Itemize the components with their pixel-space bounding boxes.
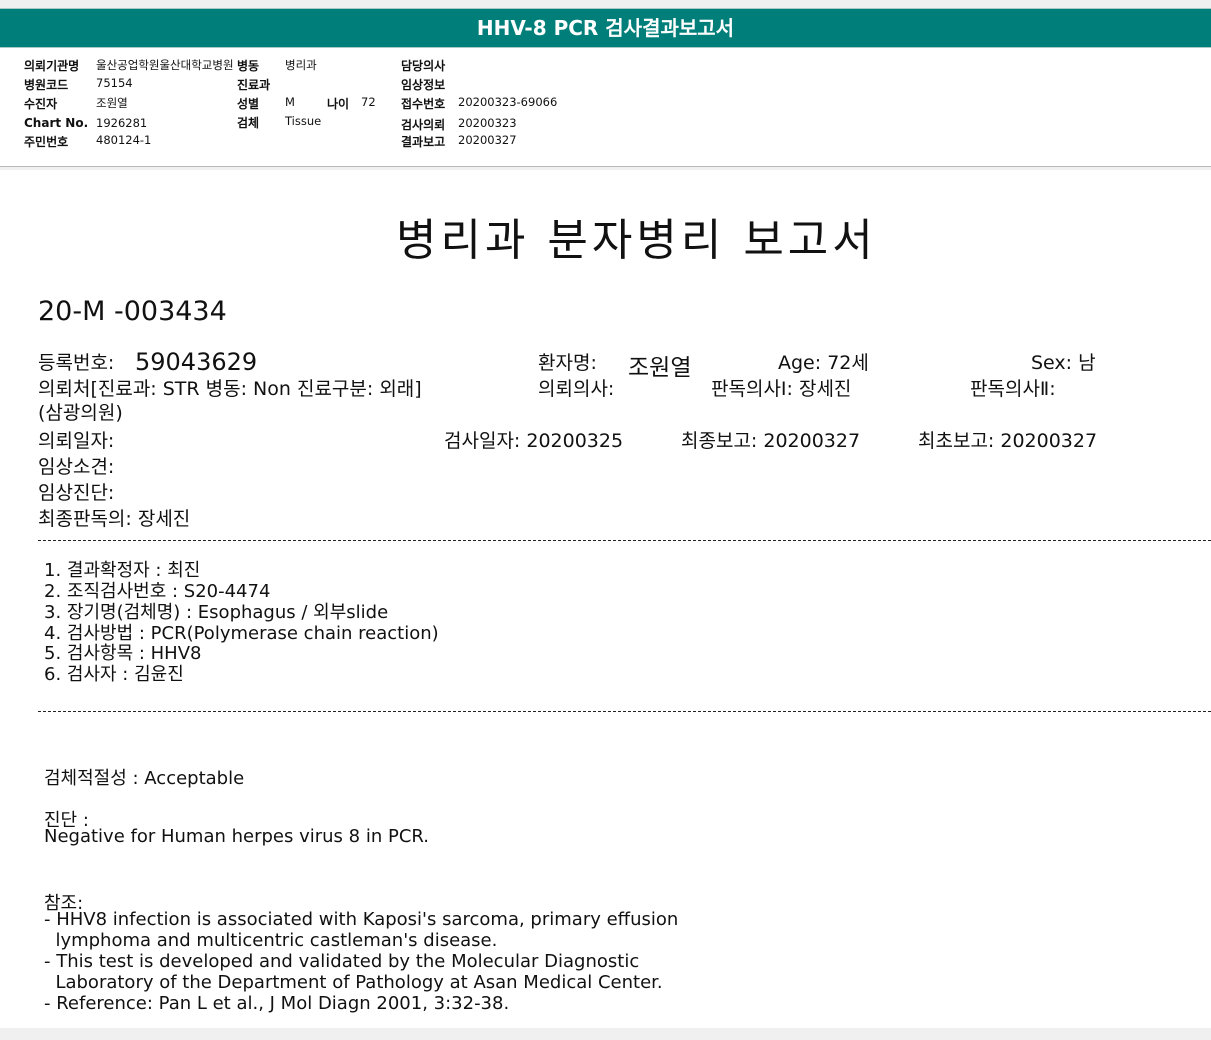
reference-line: - Reference: Pan L et al., J Mol Diagn 2… <box>44 993 510 1014</box>
pathologist-2: 판독의사Ⅱ: <box>970 378 1056 400</box>
clinical-info-label: 임상정보 <box>401 78 446 92</box>
item-line: 6. 검사자 : 김윤진 <box>44 664 184 685</box>
age-label: 나이 <box>327 97 350 111</box>
result-report-label: 결과보고 <box>401 135 446 149</box>
hospital-code-label: 병원코드 <box>24 78 69 92</box>
rrn-label: 주민번호 <box>24 135 69 149</box>
ward-label: 병동 <box>237 59 260 73</box>
reference-line: Laboratory of the Department of Patholog… <box>44 972 663 993</box>
age-text: Age: 72세 <box>778 352 869 374</box>
sex-label: 성별 <box>237 97 260 111</box>
sex-text: Sex: 남 <box>1031 352 1096 374</box>
window-title: HHV-8 PCR 검사결과보고서 <box>476 16 735 40</box>
exam-request-value: 20200323 <box>458 116 517 130</box>
clinical-findings: 임상소견: <box>38 456 115 478</box>
dept-label: 진료과 <box>237 78 271 92</box>
receipt-no-value: 20200323-69066 <box>458 95 558 109</box>
specimen-adequacy: 검체적절성 : Acceptable <box>44 768 245 789</box>
age-value: 72 <box>361 95 376 109</box>
window-title-bar: HHV-8 PCR 검사결과보고서 <box>0 8 1211 48</box>
referral-doctor: 의뢰의사: <box>538 378 615 400</box>
reference-line: - HHV8 infection is associated with Kapo… <box>44 909 679 930</box>
report-document: 병리과 분자병리 보고서 20-M -003434 등록번호: 59043629… <box>0 170 1211 1028</box>
reference-line: - This test is developed and validated b… <box>44 951 640 972</box>
chart-no-label: Chart No. <box>24 116 89 130</box>
institution-label: 의뢰기관명 <box>24 59 80 73</box>
institution-value: 울산공업학원울산대학교병원 <box>96 58 234 72</box>
dashed-separator <box>38 540 1211 541</box>
specimen-label: 검체 <box>237 116 260 130</box>
first-report-date: 최초보고: 20200327 <box>918 430 1098 452</box>
ward-value: 병리과 <box>285 58 317 72</box>
diagnosis-text: Negative for Human herpes virus 8 in PCR… <box>44 826 429 847</box>
registration-value: 59043629 <box>135 348 258 376</box>
pathologist-1: 판독의사Ⅰ: 장세진 <box>711 378 852 400</box>
referral-info: 의뢰처[진료과: STR 병동: Non 진료구분: 외래] <box>38 378 422 400</box>
final-report-date: 최종보고: 20200327 <box>681 430 861 452</box>
request-date: 의뢰일자: <box>38 430 115 452</box>
rrn-value: 480124-1 <box>96 133 152 147</box>
result-report-value: 20200327 <box>458 133 517 147</box>
clinic-name: (삼광의원) <box>38 402 123 424</box>
sex-value: M <box>285 95 295 109</box>
final-reader: 최종판독의: 장세진 <box>38 508 191 530</box>
exam-date: 검사일자: 20200325 <box>444 430 624 452</box>
doctor-label: 담당의사 <box>401 59 446 73</box>
dashed-separator <box>38 711 1211 712</box>
registration-label: 등록번호: <box>38 352 115 374</box>
specimen-value: Tissue <box>285 114 322 128</box>
report-title: 병리과 분자병리 보고서 <box>396 215 877 266</box>
hospital-code-value: 75154 <box>96 76 133 90</box>
exam-request-label: 검사의뢰 <box>401 118 446 132</box>
patient-name-value: 조원열 <box>628 355 692 381</box>
reference-line: lymphoma and multicentric castleman's di… <box>44 930 498 951</box>
patient-name-label: 환자명: <box>538 352 597 374</box>
chart-no-value: 1926281 <box>96 116 148 130</box>
patient-value: 조원열 <box>96 96 128 110</box>
receipt-no-label: 접수번호 <box>401 97 446 111</box>
patient-label: 수진자 <box>24 97 58 111</box>
order-info-header: 의뢰기관명 울산공업학원울산대학교병원 병원코드 75154 수진자 조원열 C… <box>0 48 1211 167</box>
report-number: 20-M -003434 <box>38 296 227 327</box>
clinical-diagnosis: 임상진단: <box>38 482 115 504</box>
